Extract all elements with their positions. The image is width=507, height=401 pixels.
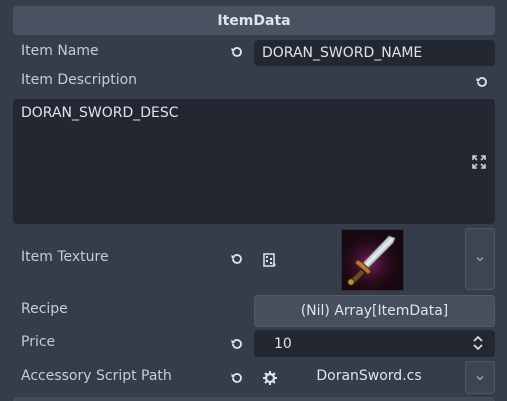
chevron-down-icon bbox=[476, 256, 484, 262]
price-spinbox[interactable]: 10 bbox=[254, 330, 495, 357]
spinner-arrows-icon[interactable] bbox=[471, 335, 485, 355]
item-texture-label: Item Texture bbox=[21, 249, 109, 265]
item-name-value: DORAN_SWORD_NAME bbox=[262, 45, 423, 61]
item-name-field[interactable]: DORAN_SWORD_NAME bbox=[254, 40, 495, 66]
resource-header[interactable]: ItemData bbox=[13, 6, 495, 35]
accessory-script-label: Accessory Script Path bbox=[21, 368, 172, 384]
gear-script-icon bbox=[262, 370, 278, 386]
item-description-label: Item Description bbox=[21, 72, 138, 88]
recipe-array-button[interactable]: (Nil) Array[ItemData] bbox=[254, 295, 495, 327]
item-description-value: DORAN_SWORD_DESC bbox=[21, 105, 179, 121]
inspector-panel: ItemData Item Name DORAN_SWORD_NAME Item… bbox=[0, 0, 507, 401]
item-texture-preview[interactable] bbox=[341, 229, 404, 291]
item-description-revert-icon[interactable] bbox=[474, 74, 490, 90]
resource-title: ItemData bbox=[217, 12, 291, 29]
price-revert-icon[interactable] bbox=[229, 336, 245, 352]
accessory-script-revert-icon[interactable] bbox=[229, 370, 245, 386]
accessory-script-value[interactable]: DoranSword.cs bbox=[284, 368, 454, 384]
item-description-textarea[interactable]: DORAN_SWORD_DESC bbox=[13, 99, 495, 224]
recipe-label: Recipe bbox=[21, 301, 68, 317]
item-name-label: Item Name bbox=[21, 43, 99, 59]
price-value: 10 bbox=[274, 335, 292, 352]
item-texture-revert-icon[interactable] bbox=[229, 251, 245, 267]
recipe-value: (Nil) Array[ItemData] bbox=[300, 303, 449, 319]
texture-resource-icon bbox=[262, 252, 278, 268]
item-texture-dropdown-button[interactable] bbox=[465, 228, 495, 290]
chevron-down-icon bbox=[476, 375, 484, 381]
item-name-revert-icon[interactable] bbox=[229, 44, 245, 60]
price-label: Price bbox=[21, 334, 56, 350]
sword-texture-image bbox=[342, 230, 403, 290]
next-section-edge bbox=[13, 397, 495, 401]
expand-icon[interactable] bbox=[471, 154, 487, 170]
accessory-script-dropdown-button[interactable] bbox=[465, 361, 495, 394]
